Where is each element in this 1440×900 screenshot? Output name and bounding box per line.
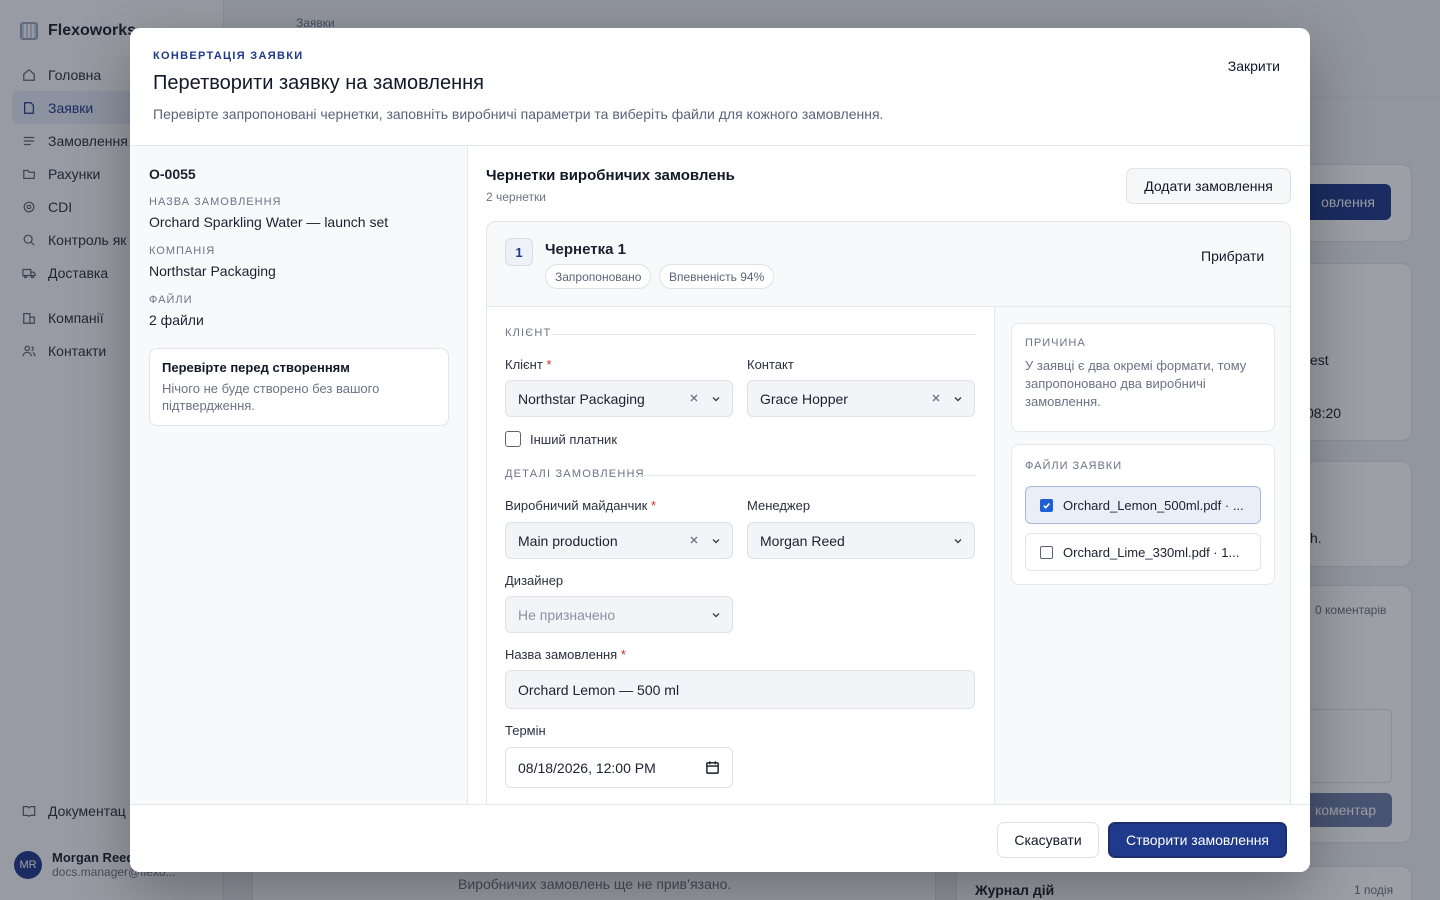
draft-side-panel: ПРИЧИНА У заявці є два окремі формати, т… (994, 307, 1290, 804)
modal-eyebrow: КОНВЕРТАЦІЯ ЗАЯВКИ (153, 50, 304, 62)
notice-text: Нічого не буде створено без вашого підтв… (162, 381, 380, 413)
draft-form: КЛІЄНТ Клієнт * Northstar Packaging Конт… (487, 307, 994, 804)
details-section-title: ДЕТАЛІ ЗАМОВЛЕННЯ (505, 468, 645, 480)
add-order-button[interactable]: Додати замовлення (1126, 168, 1291, 204)
file-checkbox[interactable] (1040, 545, 1053, 559)
reason-title: ПРИЧИНА (1025, 337, 1086, 349)
check-icon (1043, 502, 1050, 509)
file-checkbox[interactable] (1040, 498, 1053, 512)
reason-text: У заявці є два окремі формати, тому запр… (1025, 358, 1247, 409)
close-button[interactable]: Закрити (1228, 58, 1280, 74)
required-mark: * (620, 647, 626, 662)
site-select-value: Main production (518, 532, 618, 549)
summary-company-value: Northstar Packaging (149, 263, 276, 279)
drafts-title: Чернетки виробничих замовлень (486, 167, 735, 184)
clear-icon[interactable] (930, 392, 942, 404)
designer-select[interactable]: Не призначено (505, 596, 733, 633)
clear-icon[interactable] (688, 392, 700, 404)
modal-title: Перетворити заявку на замовлення (153, 72, 484, 94)
draft-header: 1 Чернетка 1 Запропоновано Впевненість 9… (487, 222, 1290, 307)
order-name-value: Orchard Lemon — 500 ml (518, 681, 680, 698)
reason-card: ПРИЧИНА У заявці є два окремі формати, т… (1011, 323, 1275, 432)
designer-select-value: Не призначено (518, 606, 616, 623)
order-name-input[interactable]: Orchard Lemon — 500 ml (505, 670, 975, 709)
status-badge: Запропоновано (545, 264, 652, 289)
order-id: O-0055 (149, 166, 196, 182)
manager-select-value: Morgan Reed (760, 532, 845, 549)
other-payer-checkbox[interactable] (505, 431, 521, 447)
manager-label: Менеджер (747, 498, 811, 513)
summary-files-label: ФАЙЛИ (149, 294, 193, 306)
drafts-count: 2 чернетки (486, 190, 546, 204)
client-select[interactable]: Northstar Packaging (505, 380, 733, 417)
order-name-label: Назва замовлення * (505, 647, 626, 662)
request-summary-panel: O-0055 НАЗВА ЗАМОВЛЕННЯ Orchard Sparklin… (130, 146, 468, 804)
designer-label: Дизайнер (505, 573, 564, 588)
modal-subtitle: Перевірте запропоновані чернетки, заповн… (153, 106, 884, 122)
convert-request-modal: КОНВЕРТАЦІЯ ЗАЯВКИ Перетворити заявку на… (130, 28, 1310, 872)
required-mark: * (546, 357, 552, 372)
required-mark: * (650, 498, 657, 513)
other-payer-label[interactable]: Інший платник (530, 432, 617, 447)
files-title: ФАЙЛИ ЗАЯВКИ (1025, 460, 1123, 472)
site-label-text: Виробничий майданчик (505, 498, 648, 513)
section-divider (637, 475, 976, 476)
chevron-down-icon (712, 539, 720, 544)
modal-footer: Скасувати Створити замовлення (130, 804, 1310, 872)
chevron-down-icon (712, 397, 720, 402)
draft-title: Чернетка 1 (545, 241, 626, 258)
modal-header: КОНВЕРТАЦІЯ ЗАЯВКИ Перетворити заявку на… (130, 28, 1310, 146)
drafts-panel: Чернетки виробничих замовлень 2 чернетки… (468, 146, 1310, 804)
cancel-button[interactable]: Скасувати (997, 822, 1099, 858)
client-label: Клієнт * (505, 357, 552, 372)
chevron-down-icon (954, 397, 962, 402)
summary-name-label: НАЗВА ЗАМОВЛЕННЯ (149, 196, 282, 208)
confidence-badge: Впевненість 94% (659, 264, 775, 289)
site-label: Виробничий майданчик * (505, 498, 656, 513)
remove-draft-button[interactable]: Прибрати (1201, 248, 1264, 264)
summary-name-value: Orchard Sparkling Water — launch set (149, 214, 389, 230)
client-section-title: КЛІЄНТ (505, 327, 552, 339)
chevron-down-icon (954, 539, 962, 544)
client-label-text: Клієнт (505, 357, 543, 372)
due-date-value: 08/18/2026, 12:00 PM (518, 759, 656, 776)
contact-label: Контакт (747, 357, 794, 372)
due-date-label: Термін (505, 723, 546, 738)
chevron-down-icon (712, 613, 720, 618)
notice-title: Перевірте перед створенням (162, 360, 350, 375)
calendar-icon[interactable] (705, 760, 720, 775)
request-files-card: ФАЙЛИ ЗАЯВКИ Orchard_Lemon_500ml.pdf · .… (1011, 444, 1275, 585)
summary-files: ФАЙЛИ 2 файли (149, 294, 204, 328)
summary-name: НАЗВА ЗАМОВЛЕННЯ Orchard Sparkling Water… (149, 196, 388, 230)
draft-card: 1 Чернетка 1 Запропоновано Впевненість 9… (486, 221, 1291, 804)
order-name-label-text: Назва замовлення (505, 647, 618, 662)
site-select[interactable]: Main production (505, 522, 733, 559)
review-notice: Перевірте перед створенням Нічого не буд… (149, 348, 449, 426)
contact-select-value: Grace Hopper (760, 390, 848, 407)
file-name: Orchard_Lime_330ml.pdf · 1... (1063, 544, 1240, 560)
file-item[interactable]: Orchard_Lime_330ml.pdf · 1... (1025, 533, 1261, 571)
summary-company: КОМПАНІЯ Northstar Packaging (149, 245, 276, 279)
summary-files-value: 2 файли (149, 312, 204, 328)
draft-number: 1 (505, 238, 533, 266)
create-orders-button[interactable]: Створити замовлення (1108, 822, 1287, 858)
client-select-value: Northstar Packaging (518, 390, 645, 407)
manager-select[interactable]: Morgan Reed (747, 522, 975, 559)
due-date-input[interactable]: 08/18/2026, 12:00 PM (505, 747, 733, 788)
section-divider (551, 334, 976, 335)
clear-icon[interactable] (688, 534, 700, 546)
summary-company-label: КОМПАНІЯ (149, 245, 216, 257)
contact-select[interactable]: Grace Hopper (747, 380, 975, 417)
file-item[interactable]: Orchard_Lemon_500ml.pdf · ... (1025, 486, 1261, 524)
file-name: Orchard_Lemon_500ml.pdf · ... (1063, 497, 1244, 513)
